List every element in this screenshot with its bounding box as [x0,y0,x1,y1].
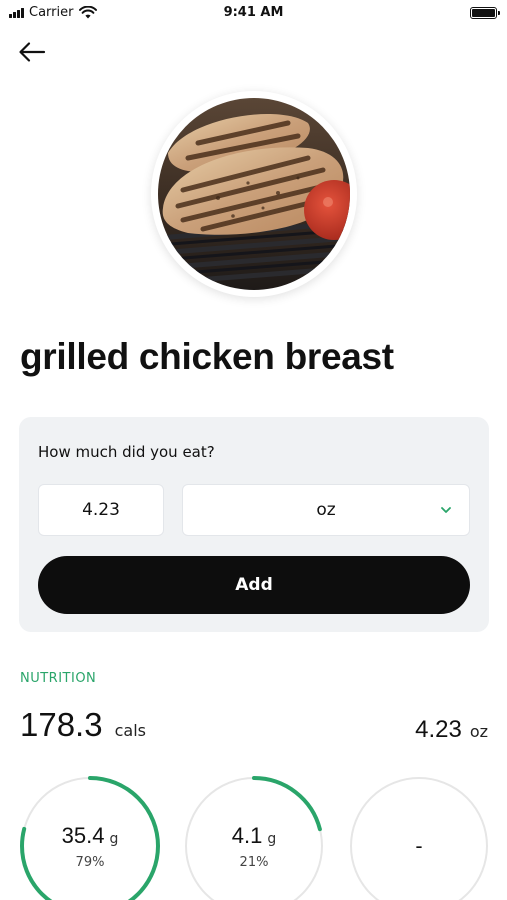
battery-icon [470,7,500,19]
macro-ring-2[interactable]: 4.1 g 21% [184,776,324,900]
macro-2-value: 4.1 [231,822,263,848]
status-bar: Carrier 9:41 AM [0,0,507,26]
serving-unit: oz [469,722,488,741]
portion-question: How much did you eat? [38,443,215,461]
unit-select[interactable]: oz [182,484,470,536]
nutrition-section-label: NUTRITION [20,671,97,686]
macro-1-unit: g [109,830,119,847]
serving-row: 4.23 oz [415,716,488,744]
calories-value: 178.3 [20,706,103,743]
quantity-input[interactable]: 4.23 [38,484,164,536]
unit-value: oz [316,500,336,520]
food-photo [151,91,357,297]
macro-3-value: - [415,834,423,858]
chevron-down-icon [441,507,451,513]
food-title: grilled chicken breast [20,336,394,377]
macro-ring-3[interactable]: - [349,776,489,900]
macro-ring-1[interactable]: 35.4 g 79% [20,776,160,900]
macro-2-percent: 21% [239,854,269,870]
calories-row: 178.3 cals [20,706,146,744]
back-button[interactable] [14,36,50,68]
status-time: 9:41 AM [223,5,284,20]
quantity-value: 4.23 [82,500,120,520]
serving-amount: 4.23 [415,716,462,743]
macro-2-unit: g [267,830,277,847]
macro-1-value: 35.4 [61,822,105,848]
macro-1-percent: 79% [75,854,105,870]
arrow-left-icon [19,42,46,62]
calories-unit: cals [114,721,146,740]
add-button[interactable]: Add [38,556,470,614]
portion-card: How much did you eat? 4.23 oz Add [19,417,489,632]
add-button-label: Add [235,575,273,595]
grilled-chicken-photo [158,98,350,290]
